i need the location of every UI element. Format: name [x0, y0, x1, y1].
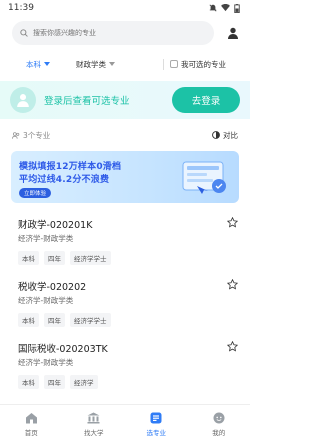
major-card[interactable]: 国际税收-020203TK 经济学-财政学类 本科 四年 经济学 — [0, 337, 250, 399]
tab-major[interactable]: 选专业 — [125, 405, 188, 444]
battery-icon — [234, 3, 240, 13]
people-icon — [12, 131, 20, 139]
count-row: 3个专业 对比 — [0, 128, 250, 142]
tag-duration: 四年 — [44, 251, 65, 265]
tab-home[interactable]: 首页 — [0, 405, 63, 444]
university-icon — [87, 412, 100, 424]
tag-level: 本科 — [18, 313, 39, 327]
tab-university[interactable]: 找大学 — [63, 405, 126, 444]
major-name: 税收学-020202 — [18, 282, 87, 293]
major-category: 经济学-财政学类 — [18, 296, 74, 305]
tab-profile-label: 我的 — [212, 429, 226, 437]
promo-tag[interactable]: 立即体验 — [19, 188, 52, 198]
filter-level-label: 本科 — [26, 59, 41, 69]
selectable-checkbox[interactable] — [170, 60, 178, 68]
promo-line2: 平均过线4.2分不浪费 — [19, 175, 110, 185]
login-button[interactable]: 去登录 — [172, 87, 240, 113]
major-tags: 本科 四年 经济学 — [18, 375, 238, 389]
filter-category-label: 财政学类 — [76, 59, 106, 69]
tab-university-label: 找大学 — [84, 429, 104, 437]
bottom-tab-bar: 首页 找大学 选专业 我的 — [0, 404, 250, 444]
favorite-star-icon[interactable] — [227, 279, 238, 290]
chevron-down-icon — [109, 62, 115, 66]
major-tags: 本科 四年 经济学学士 — [18, 313, 238, 327]
filter-level[interactable]: 本科 — [26, 59, 50, 70]
promo-line1: 模拟填报12万样本0滑档 — [19, 162, 122, 172]
tab-profile[interactable]: 我的 — [188, 405, 251, 444]
tab-home-label: 首页 — [24, 429, 38, 437]
login-banner: 登录后查看可选专业 去登录 — [0, 81, 250, 119]
filter-selectable-toggle[interactable]: 我可选的专业 — [170, 59, 226, 70]
search-input[interactable] — [33, 29, 206, 37]
filter-category[interactable]: 财政学类 — [76, 59, 115, 70]
tag-level: 本科 — [18, 251, 39, 265]
notifications-off-icon — [209, 4, 217, 12]
filter-row: 本科 财政学类 我可选的专业 — [0, 55, 250, 73]
status-icons — [209, 3, 240, 13]
filter-selectable-label: 我可选的专业 — [181, 59, 226, 69]
promo-illustration — [182, 161, 226, 194]
filter-divider — [163, 58, 164, 70]
tag-degree: 经济学学士 — [70, 313, 111, 327]
major-category: 经济学-财政学类 — [18, 234, 74, 243]
tag-duration: 四年 — [44, 313, 65, 327]
tag-degree: 经济学学士 — [70, 251, 111, 265]
search-icon — [20, 29, 28, 37]
profile-icon — [213, 412, 225, 424]
avatar — [10, 87, 36, 113]
major-list: 财政学-020201K 经济学-财政学类 本科 四年 经济学学士 税收学-020… — [0, 213, 250, 399]
search-row — [0, 19, 250, 47]
major-tags: 本科 四年 经济学学士 — [18, 251, 238, 265]
major-category: 经济学-财政学类 — [18, 358, 74, 367]
tab-major-label: 选专业 — [146, 429, 167, 437]
status-time: 11:39 — [8, 3, 34, 13]
search-box[interactable] — [12, 21, 214, 45]
major-name: 财政学-020201K — [18, 220, 93, 231]
major-icon — [150, 412, 162, 424]
major-count: 3个专业 — [12, 130, 50, 141]
user-icon — [228, 27, 238, 39]
compare-button[interactable]: 对比 — [212, 130, 238, 141]
favorite-star-icon[interactable] — [227, 341, 238, 352]
tag-level: 本科 — [18, 375, 39, 389]
status-bar: 11:39 — [0, 0, 250, 16]
avatar-person-icon — [17, 94, 29, 107]
tag-degree: 经济学 — [70, 375, 98, 389]
home-icon — [25, 413, 37, 424]
compare-icon — [212, 131, 220, 139]
wifi-icon — [221, 4, 230, 12]
promo-banner[interactable]: 模拟填报12万样本0滑档 平均过线4.2分不浪费 立即体验 — [11, 151, 239, 203]
chevron-down-icon — [44, 62, 50, 66]
major-count-text: 3个专业 — [23, 130, 51, 140]
major-card[interactable]: 财政学-020201K 经济学-财政学类 本科 四年 经济学学士 — [0, 213, 250, 275]
major-name: 国际税收-020203TK — [18, 344, 108, 355]
compare-label: 对比 — [223, 130, 238, 140]
tag-duration: 四年 — [44, 375, 65, 389]
favorite-star-icon[interactable] — [227, 217, 238, 228]
profile-button[interactable] — [224, 24, 242, 42]
major-card[interactable]: 税收学-020202 经济学-财政学类 本科 四年 经济学学士 — [0, 275, 250, 337]
login-prompt: 登录后查看可选专业 — [44, 96, 130, 107]
